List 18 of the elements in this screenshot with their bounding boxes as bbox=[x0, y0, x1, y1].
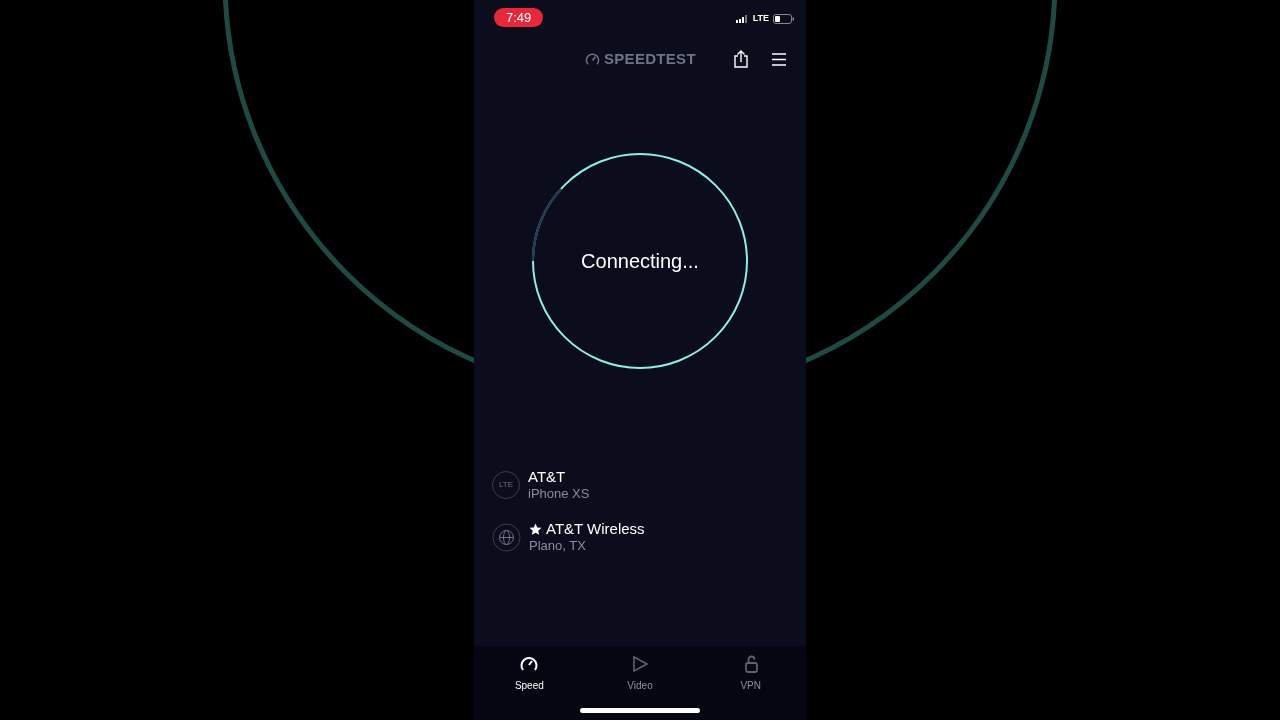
provider-detail: Plano, TX bbox=[529, 538, 587, 554]
share-button[interactable] bbox=[734, 50, 748, 68]
signal-icon bbox=[735, 14, 749, 23]
play-icon bbox=[630, 654, 650, 674]
network-label: LTE bbox=[752, 12, 769, 25]
app-logo-text: SPEEDTEST bbox=[604, 48, 696, 69]
tab[interactable]: VPN bbox=[695, 646, 806, 694]
gauge-icon bbox=[585, 51, 600, 67]
provider-name: AT&T bbox=[528, 468, 566, 486]
status-time: 7:49 bbox=[494, 8, 544, 27]
status-text: Connecting... bbox=[581, 249, 699, 274]
provider-name: AT&T Wireless bbox=[546, 520, 645, 538]
globe-icon bbox=[492, 522, 521, 552]
battery-icon bbox=[773, 13, 794, 24]
menu-button[interactable] bbox=[772, 52, 786, 66]
tab[interactable]: Speed bbox=[474, 646, 585, 694]
tab[interactable]: Video bbox=[584, 646, 696, 694]
provider-detail: iPhone XS bbox=[528, 486, 590, 502]
